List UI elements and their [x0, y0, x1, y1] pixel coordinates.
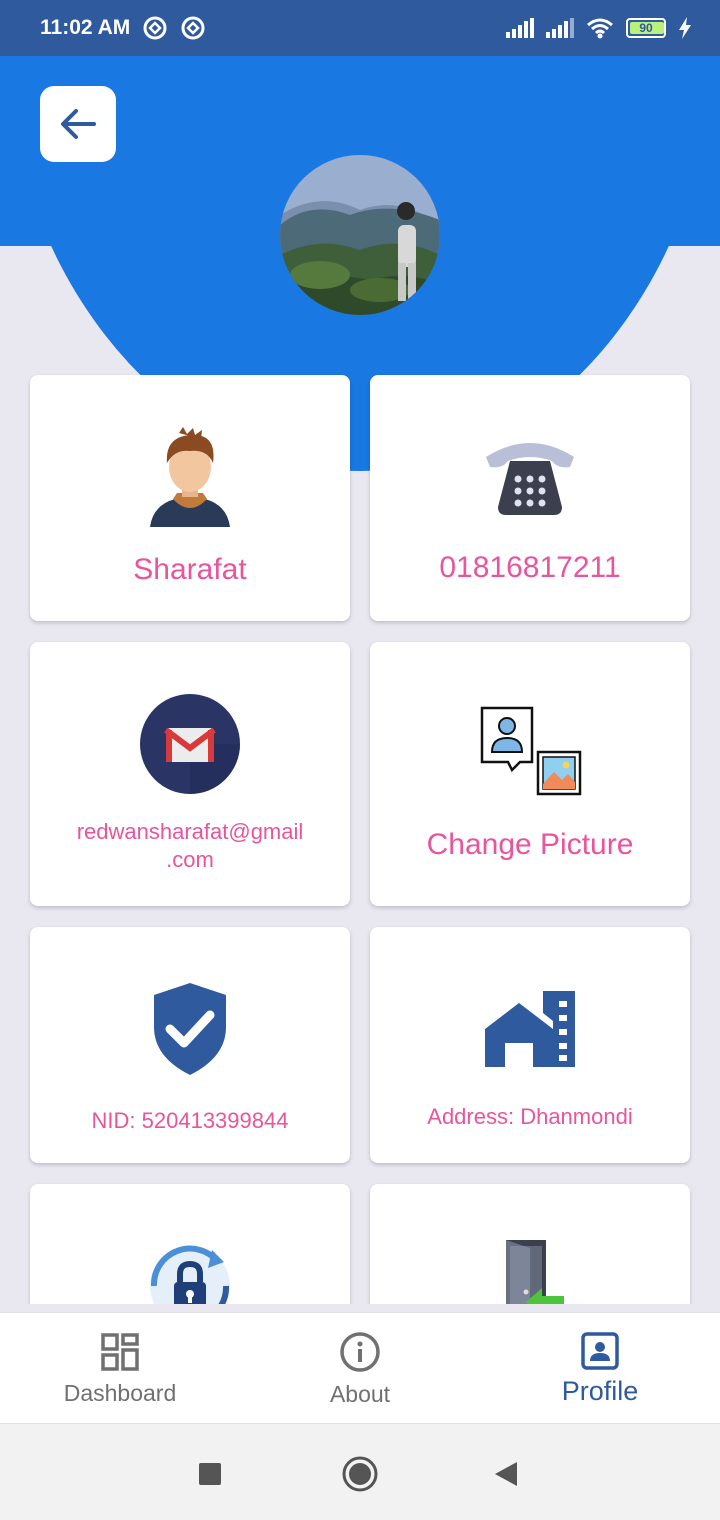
user-avatar-icon — [145, 427, 235, 527]
change-picture-card[interactable]: Change Picture — [370, 642, 690, 906]
dashboard-grid-icon — [101, 1332, 139, 1371]
sync-icon — [142, 15, 168, 41]
name-card[interactable]: Sharafat — [30, 375, 350, 621]
nav-about[interactable]: About — [240, 1313, 480, 1425]
info-icon — [340, 1331, 380, 1372]
nav-profile[interactable]: Profile — [480, 1313, 720, 1425]
email-label: redwansharafat@gmail .com — [77, 818, 304, 874]
lock-refresh-icon — [140, 1236, 240, 1304]
change-picture-label: Change Picture — [426, 828, 634, 861]
profile-badge-icon — [581, 1331, 619, 1370]
logout-card[interactable] — [370, 1184, 690, 1304]
status-left: 11:02 AM — [40, 15, 206, 41]
shield-check-icon — [150, 981, 230, 1077]
nav-dashboard[interactable]: Dashboard — [0, 1313, 240, 1425]
arrow-left-icon — [61, 109, 96, 139]
change-password-card[interactable] — [30, 1184, 350, 1304]
phone-label: 01816817211 — [439, 551, 621, 584]
charging-icon — [678, 17, 692, 39]
email-label-line1: redwansharafat@gmail — [76, 819, 304, 844]
status-time: 11:02 AM — [40, 16, 131, 39]
nid-label: NID: 520413399844 — [91, 1108, 289, 1133]
status-right: 90 — [506, 17, 692, 39]
battery-level: 90 — [639, 21, 653, 35]
phone-card[interactable]: 01816817211 — [370, 375, 690, 621]
bottom-navigation: Dashboard About Profile — [0, 1312, 720, 1424]
nav-about-label: About — [329, 1380, 391, 1407]
battery-icon: 90 — [626, 18, 666, 38]
nav-profile-label: Profile — [561, 1375, 639, 1406]
circle-icon — [342, 1456, 378, 1492]
gmail-icon — [140, 694, 240, 794]
name-label: Sharafat — [133, 553, 247, 586]
address-card[interactable]: Address: Dhanmondi — [370, 927, 690, 1163]
sync-icon — [180, 15, 206, 41]
status-bar: 11:02 AM 90 — [0, 0, 720, 56]
nid-card[interactable]: NID: 520413399844 — [30, 927, 350, 1163]
recents-button[interactable] — [190, 1454, 230, 1494]
signal-icon — [506, 18, 534, 38]
nav-dashboard-label: Dashboard — [63, 1379, 177, 1406]
back-button[interactable] — [40, 86, 116, 162]
triangle-back-icon — [495, 1462, 517, 1486]
signal-icon — [546, 18, 574, 38]
telephone-icon — [482, 435, 578, 517]
logout-door-icon — [490, 1236, 570, 1304]
back-system-button[interactable] — [486, 1454, 526, 1494]
system-navigation-bar — [0, 1424, 720, 1520]
home-button[interactable] — [340, 1454, 380, 1494]
email-card[interactable]: redwansharafat@gmail .com — [30, 642, 350, 906]
email-label-line2: .com — [166, 847, 214, 872]
avatar[interactable] — [280, 155, 440, 315]
square-icon — [199, 1463, 221, 1485]
wifi-icon — [586, 17, 614, 39]
house-icon — [483, 991, 577, 1067]
address-label: Address: Dhanmondi — [427, 1104, 633, 1129]
change-picture-icon — [478, 704, 582, 798]
